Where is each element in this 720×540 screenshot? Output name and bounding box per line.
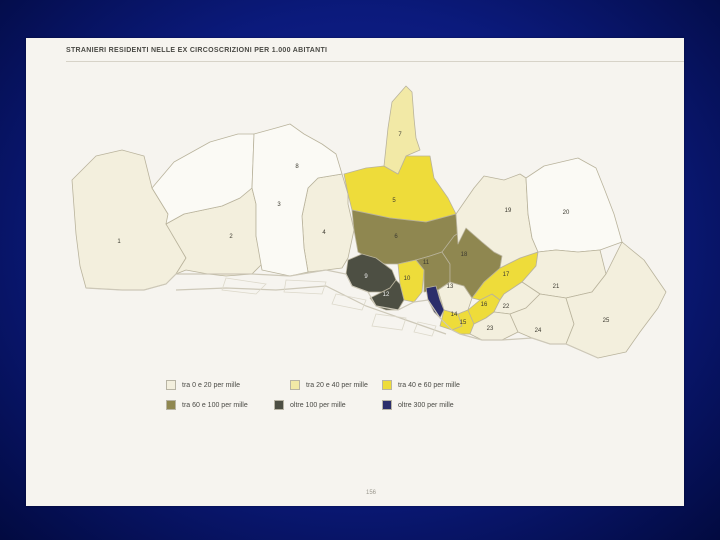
legend-item-20-40: tra 20 e 40 per mille (290, 380, 368, 390)
district-label-20: 20 (563, 210, 570, 216)
district-label-17: 17 (503, 272, 510, 278)
legend-swatch (382, 380, 392, 390)
district-label-21: 21 (553, 284, 560, 290)
district-label-11: 11 (423, 260, 430, 266)
district-label-25: 25 (603, 318, 610, 324)
district-label-22: 22 (503, 304, 510, 310)
district-label-24: 24 (535, 328, 542, 334)
legend-item-over-300: oltre 300 per mille (382, 400, 454, 410)
legend-label: tra 0 e 20 per mille (182, 381, 240, 389)
legend-label: tra 60 e 100 per mille (182, 401, 248, 409)
map-sheet: STRANIERI RESIDENTI NELLE EX CIRCOSCRIZI… (26, 38, 684, 506)
legend-swatch (166, 380, 176, 390)
district-4 (301, 173, 355, 273)
legend-item-0-20: tra 0 e 20 per mille (166, 380, 240, 390)
legend-swatch (382, 400, 392, 410)
district-label-10: 10 (404, 276, 411, 282)
legend-item-60-100: tra 60 e 100 per mille (166, 400, 248, 410)
district-label-14: 14 (451, 312, 458, 318)
district-map: 123456789 10111213141516171819 20212223 242… (71, 85, 667, 359)
page-number: 156 (366, 490, 377, 496)
district-label-12: 12 (383, 292, 390, 298)
legend-swatch (166, 400, 176, 410)
legend-item-40-60: tra 40 e 60 per mille (382, 380, 460, 390)
legend-swatch (274, 400, 284, 410)
district-20 (525, 157, 623, 253)
legend-item-over-100: oltre 100 per mille (274, 400, 346, 410)
district-label-13: 13 (447, 284, 454, 290)
district-label-15: 15 (460, 320, 467, 326)
legend-label: oltre 300 per mille (398, 401, 454, 409)
legend-swatch (290, 380, 300, 390)
district-label-19: 19 (505, 208, 512, 214)
legend-label: tra 40 e 60 per mille (398, 381, 460, 389)
district-label-16: 16 (481, 302, 488, 308)
legend-label: oltre 100 per mille (290, 401, 346, 409)
district-label-18: 18 (461, 252, 468, 258)
legend-label: tra 20 e 40 per mille (306, 381, 368, 389)
district-label-23: 23 (487, 326, 494, 332)
